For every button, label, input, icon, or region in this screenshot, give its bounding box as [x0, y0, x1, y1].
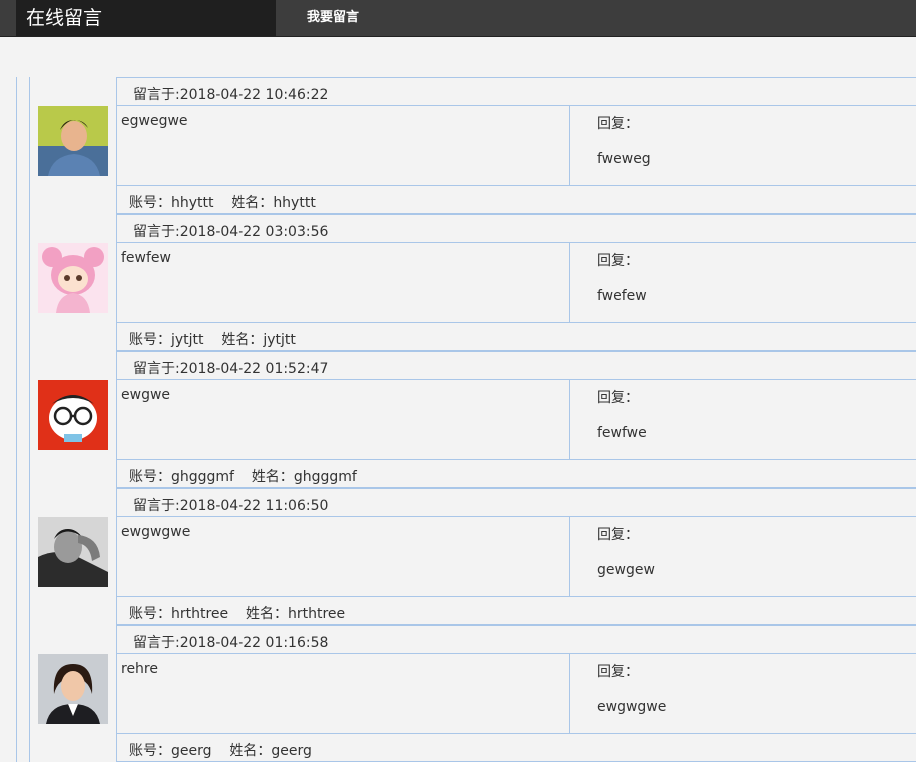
column-divider — [569, 517, 570, 596]
name-label: 姓名： — [231, 195, 274, 211]
message-content: rehre — [121, 661, 158, 677]
name-label: 姓名： — [251, 469, 294, 485]
account-value: hhyttt — [171, 195, 214, 211]
message-time-row: 留言于:2018-04-22 11:06:50 — [117, 488, 916, 517]
account-label: 账号： — [129, 606, 171, 622]
message-body: 留言于:2018-04-22 10:46:22 egwegwe 回复： fwew… — [116, 77, 916, 214]
message-content: egwegwe — [121, 113, 188, 129]
account-value: jytjtt — [171, 332, 204, 348]
name-value: ghgggmf — [293, 469, 357, 485]
name-label: 姓名： — [229, 743, 272, 759]
name-value: geerg — [271, 743, 312, 759]
reply-content: fwefew — [597, 288, 647, 304]
reply-label: 回复： — [597, 253, 639, 269]
message-time-row: 留言于:2018-04-22 01:52:47 — [117, 351, 916, 380]
name-label: 姓名： — [245, 606, 288, 622]
man-bw-portrait-avatar — [38, 517, 108, 587]
column-divider — [569, 380, 570, 459]
account-value: geerg — [171, 743, 212, 759]
message-time: 2018-04-22 10:46:22 — [179, 87, 329, 103]
account-value: ghgggmf — [171, 469, 234, 485]
name-value: hrthtree — [287, 606, 346, 622]
reply-label: 回复： — [597, 116, 639, 132]
account-label: 账号： — [129, 195, 171, 211]
reply-content: fewfwe — [597, 425, 647, 441]
name-value: hhyttt — [273, 195, 316, 211]
account-label: 账号： — [129, 332, 171, 348]
name-value: jytjtt — [263, 332, 296, 348]
reply-label: 回复： — [597, 390, 639, 406]
time-prefix: 留言于: — [133, 635, 180, 651]
man-portrait-avatar — [38, 106, 108, 176]
account-value: hrthtree — [171, 606, 229, 622]
message-item: 留言于:2018-04-22 10:46:22 egwegwe 回复： fwew… — [29, 77, 916, 214]
column-divider — [569, 243, 570, 322]
message-time: 2018-04-22 01:16:58 — [179, 635, 329, 651]
site-title: 在线留言 — [16, 0, 276, 36]
time-prefix: 留言于: — [133, 498, 180, 514]
account-row: 账号：geerg 姓名：geerg — [117, 733, 916, 762]
message-time: 2018-04-22 11:06:50 — [179, 498, 329, 514]
account-row: 账号：ghgggmf 姓名：ghgggmf — [117, 459, 916, 488]
message-time: 2018-04-22 03:03:56 — [179, 224, 329, 240]
name-label: 姓名： — [221, 332, 264, 348]
woman-portrait-avatar — [38, 654, 108, 724]
account-row: 账号：hrthtree 姓名：hrthtree — [117, 596, 916, 625]
message-item: 留言于:2018-04-22 11:06:50 ewgwgwe 回复： gewg… — [29, 488, 916, 625]
top-bar: 在线留言 我要留言 — [0, 0, 916, 37]
reply-content: gewgew — [597, 562, 655, 578]
account-row: 账号：jytjtt 姓名：jytjtt — [117, 322, 916, 351]
message-time-row: 留言于:2018-04-22 03:03:56 — [117, 214, 916, 243]
message-body: 留言于:2018-04-22 11:06:50 ewgwgwe 回复： gewg… — [116, 488, 916, 625]
message-item: 留言于:2018-04-22 03:03:56 fewfew 回复： fwefe… — [29, 214, 916, 351]
message-content: ewgwgwe — [121, 524, 191, 540]
message-item: 留言于:2018-04-22 01:16:58 rehre 回复： ewgwgw… — [29, 625, 916, 762]
message-body: 留言于:2018-04-22 01:52:47 ewgwe 回复： fewfwe… — [116, 351, 916, 488]
reply-content: ewgwgwe — [597, 699, 667, 715]
leave-message-link[interactable]: 我要留言 — [307, 0, 359, 36]
reply-label: 回复： — [597, 664, 639, 680]
cartoon-glasses-avatar — [38, 380, 108, 450]
account-label: 账号： — [129, 743, 171, 759]
account-label: 账号： — [129, 469, 171, 485]
message-time: 2018-04-22 01:52:47 — [179, 361, 329, 377]
time-prefix: 留言于: — [133, 224, 180, 240]
message-body: 留言于:2018-04-22 01:16:58 rehre 回复： ewgwgw… — [116, 625, 916, 762]
column-divider — [569, 654, 570, 733]
reply-label: 回复： — [597, 527, 639, 543]
message-time-row: 留言于:2018-04-22 10:46:22 — [117, 77, 916, 106]
column-divider — [569, 106, 570, 185]
time-prefix: 留言于: — [133, 361, 180, 377]
message-list: 留言于:2018-04-22 10:46:22 egwegwe 回复： fwew… — [16, 77, 916, 762]
account-row: 账号：hhyttt 姓名：hhyttt — [117, 185, 916, 214]
time-prefix: 留言于: — [133, 87, 180, 103]
message-body: 留言于:2018-04-22 03:03:56 fewfew 回复： fwefe… — [116, 214, 916, 351]
cartoon-girl-avatar — [38, 243, 108, 313]
message-content: fewfew — [121, 250, 171, 266]
reply-content: fweweg — [597, 151, 651, 167]
message-content: ewgwe — [121, 387, 171, 403]
message-item: 留言于:2018-04-22 01:52:47 ewgwe 回复： fewfwe… — [29, 351, 916, 488]
message-time-row: 留言于:2018-04-22 01:16:58 — [117, 625, 916, 654]
